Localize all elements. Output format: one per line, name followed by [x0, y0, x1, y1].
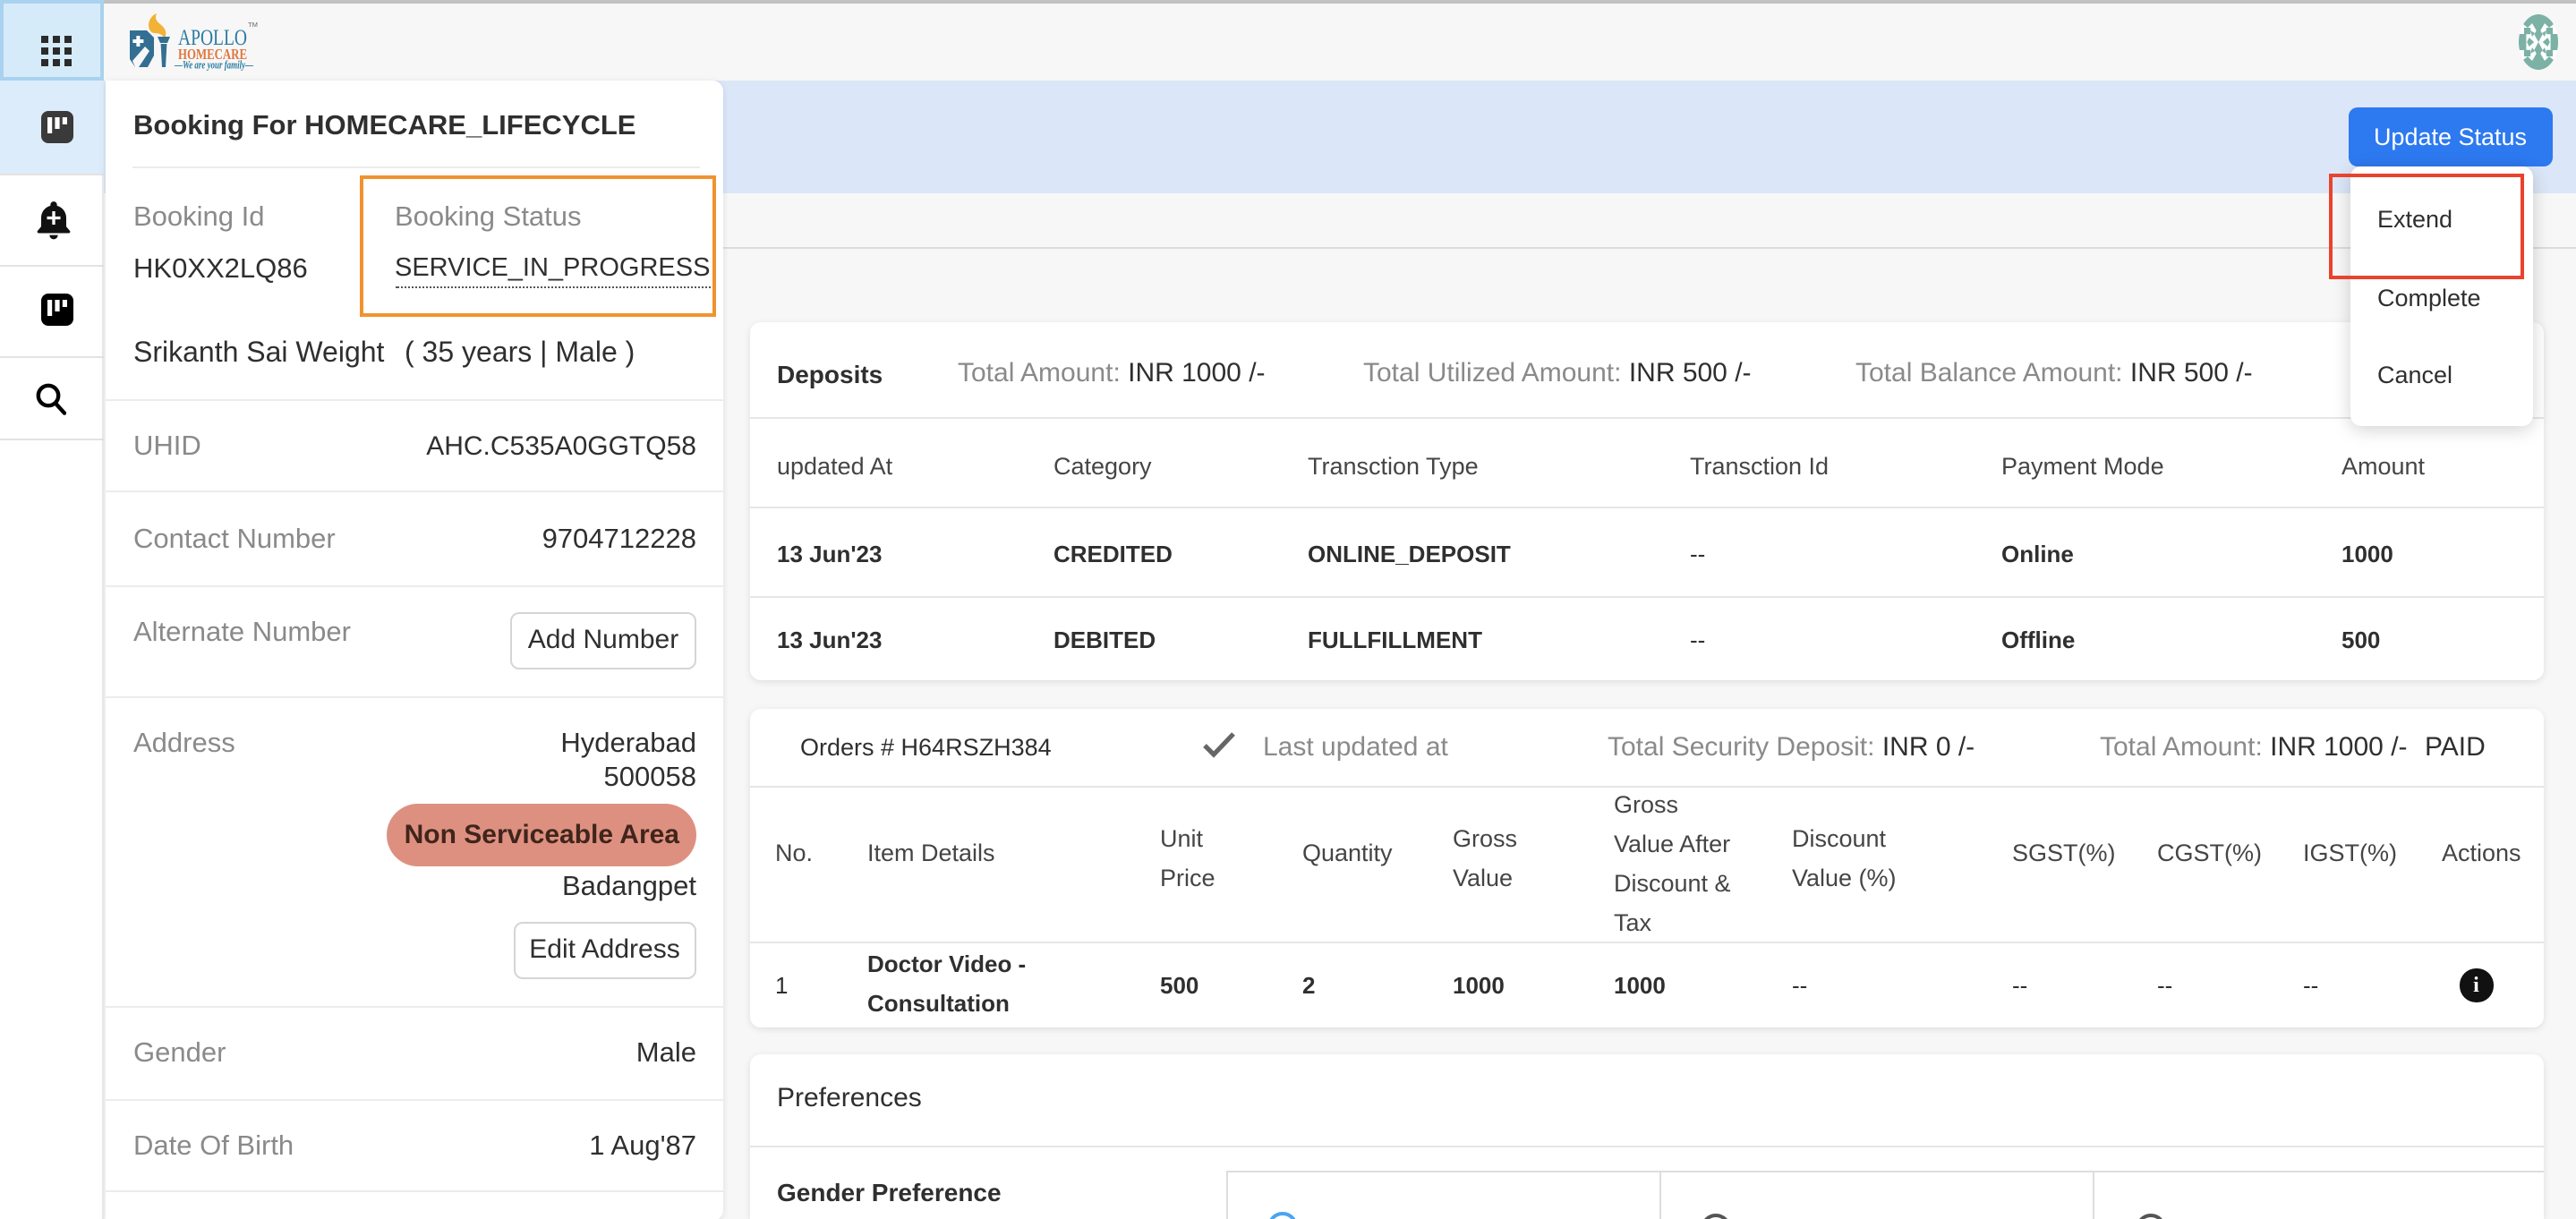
svg-text:—We are your family—: —We are your family— — [174, 58, 253, 71]
svg-text:TM: TM — [248, 21, 258, 29]
